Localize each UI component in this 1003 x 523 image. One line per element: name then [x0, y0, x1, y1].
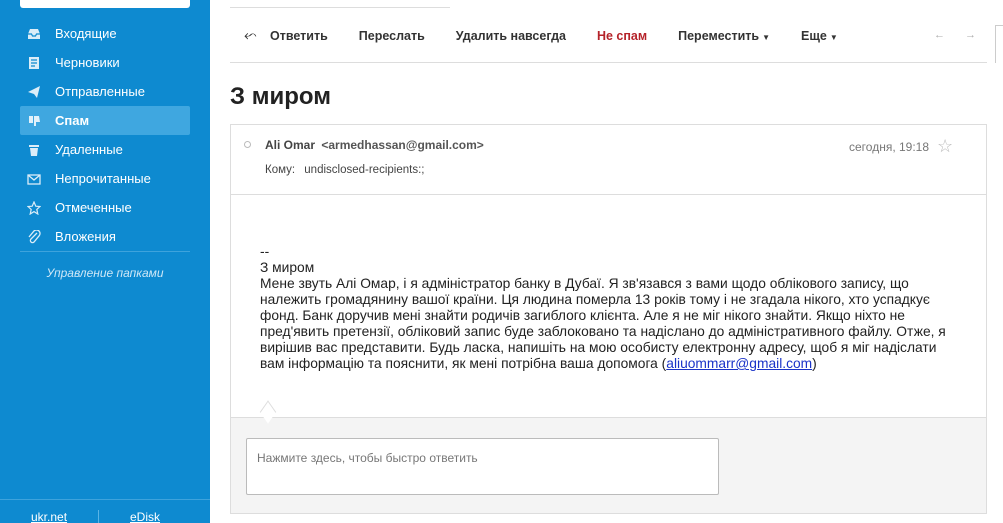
star-icon — [26, 200, 42, 216]
attachment-icon — [26, 229, 42, 245]
forward-button[interactable]: Переслать — [359, 29, 425, 43]
reply-button[interactable]: Ответить — [270, 29, 328, 43]
star-icon[interactable]: ☆ — [937, 136, 953, 157]
sidebar-item-label: Спам — [55, 113, 90, 128]
sidebar-item-sent[interactable]: Отправленные — [20, 77, 190, 106]
sidebar-item-starred[interactable]: Отмеченные — [20, 193, 190, 222]
sidebar-item-trash[interactable]: Удаленные — [20, 135, 190, 164]
divider — [0, 499, 210, 500]
move-dropdown[interactable]: Переместить ▼ — [678, 29, 770, 43]
sidebar-item-label: Отмеченные — [55, 200, 132, 215]
sidebar-item-label: Отправленные — [55, 84, 145, 99]
sidebar-item-unread[interactable]: Непрочитанные — [20, 164, 190, 193]
recipients: Кому: undisclosed-recipients:; — [265, 164, 424, 176]
edisk-link[interactable]: eDisk — [130, 510, 160, 523]
signature-separator: -- — [260, 244, 270, 259]
to-value: undisclosed-recipients:; — [304, 164, 425, 176]
unread-icon — [26, 171, 42, 187]
sender-name: Ali Omar — [265, 138, 316, 152]
to-label: Кому: — [265, 164, 296, 176]
manage-folders-link[interactable]: Управление папками — [20, 266, 190, 280]
message-date: сегодня, 19:18 — [849, 140, 930, 154]
more-dropdown[interactable]: Еще ▼ — [801, 29, 838, 43]
sidebar-item-label: Входящие — [55, 26, 117, 41]
divider — [230, 62, 987, 63]
panel-edge — [995, 25, 1003, 63]
chevron-down-icon: ▼ — [829, 33, 838, 42]
folder-list: Входящие Черновики Отправленные Спам Уда… — [20, 19, 190, 251]
sender[interactable]: Ali Omar <armedhassan@gmail.com> — [265, 138, 484, 152]
message-card: Ali Omar <armedhassan@gmail.com> сегодня… — [230, 124, 987, 514]
delete-forever-button[interactable]: Удалить навсегда — [456, 29, 566, 43]
body-end: ) — [812, 356, 817, 371]
read-status-icon[interactable] — [244, 141, 251, 148]
divider — [230, 7, 450, 8]
prev-message-icon[interactable]: ← — [934, 29, 945, 41]
sidebar-item-label: Черновики — [55, 55, 120, 70]
quick-reply-input[interactable]: Нажмите здесь, чтобы быстро ответить — [246, 438, 719, 495]
sidebar-item-label: Удаленные — [55, 142, 123, 157]
draft-icon — [26, 55, 42, 71]
sidebar-item-attachments[interactable]: Вложения — [20, 222, 190, 251]
message-header: Ali Omar <armedhassan@gmail.com> сегодня… — [231, 125, 986, 195]
quick-reply-area: Нажмите здесь, чтобы быстро ответить — [231, 417, 986, 513]
back-arrow-icon[interactable]: ⬿ — [230, 27, 270, 45]
divider — [98, 510, 99, 523]
move-label: Переместить — [678, 29, 760, 43]
sidebar-item-spam[interactable]: Спам — [20, 106, 190, 135]
sender-address: <armedhassan@gmail.com> — [321, 138, 484, 152]
sidebar-item-drafts[interactable]: Черновики — [20, 48, 190, 77]
search-box[interactable] — [20, 0, 190, 8]
message-toolbar: ⬿ Ответить Переслать Удалить навсегда Не… — [230, 22, 990, 50]
sidebar: Входящие Черновики Отправленные Спам Уда… — [0, 0, 210, 523]
sidebar-item-label: Вложения — [55, 229, 116, 244]
more-label: Еще — [801, 29, 827, 43]
greeting: З миром — [260, 260, 315, 275]
sidebar-item-inbox[interactable]: Входящие — [20, 19, 190, 48]
email-link[interactable]: aliuommarr@gmail.com — [666, 356, 812, 371]
message-body: -- З миром Мене звуть Алі Омар, і я адмі… — [260, 244, 960, 372]
next-message-icon[interactable]: → — [965, 29, 976, 41]
body-text: Мене звуть Алі Омар, і я адміністратор б… — [260, 276, 946, 371]
divider — [20, 251, 190, 252]
sidebar-item-label: Непрочитанные — [55, 171, 151, 186]
message-subject: З миром — [230, 83, 331, 110]
sent-icon — [26, 84, 42, 100]
inbox-icon — [26, 26, 42, 42]
body-paragraph: Мене звуть Алі Омар, і я адміністратор б… — [260, 276, 960, 372]
trash-icon — [26, 142, 42, 158]
ukrnet-link[interactable]: ukr.net — [31, 510, 67, 523]
chevron-down-icon: ▼ — [762, 33, 771, 42]
spam-icon — [26, 113, 42, 129]
not-spam-button[interactable]: Не спам — [597, 29, 647, 43]
